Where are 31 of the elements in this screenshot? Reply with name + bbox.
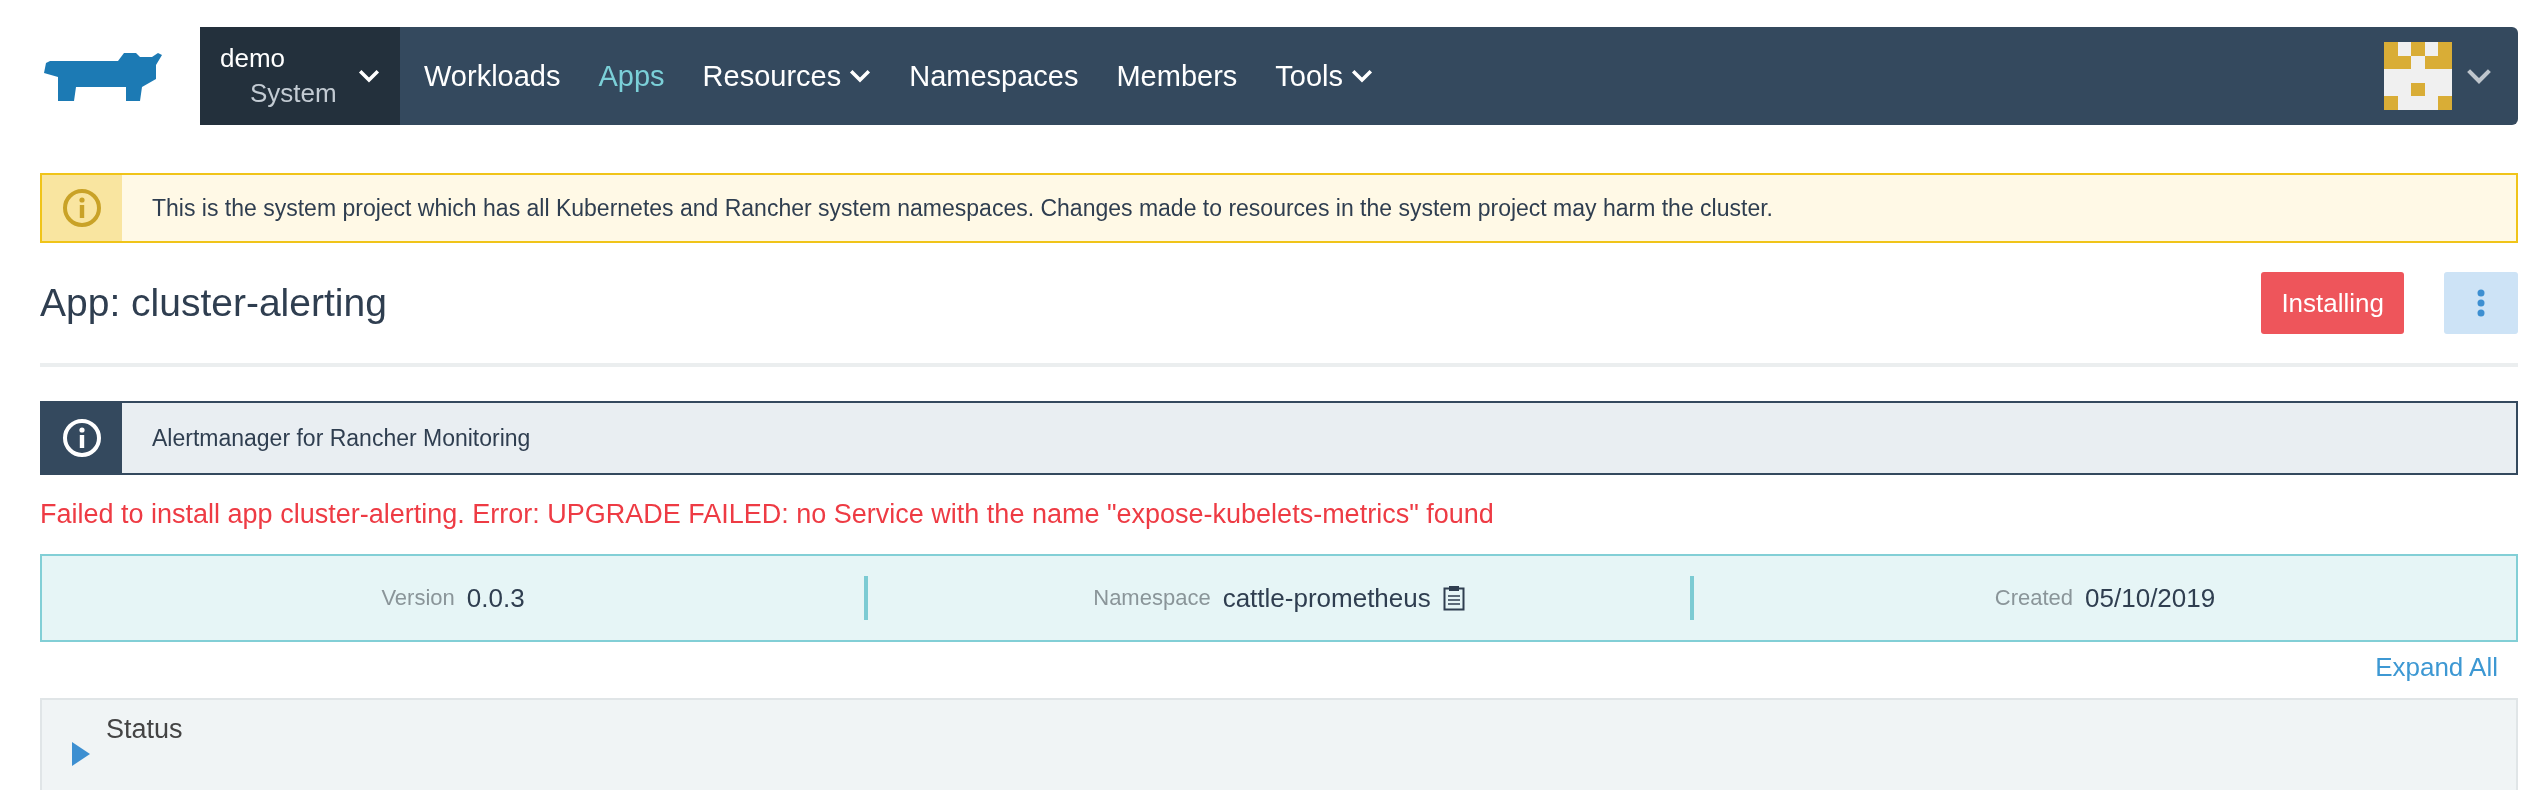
cluster-name: demo <box>220 43 287 74</box>
nav-tab[interactable]: Workloads <box>424 59 561 93</box>
more-icon <box>2477 289 2485 317</box>
section-title[interactable]: Status <box>106 714 183 745</box>
fact-label: Created <box>1994 585 2074 611</box>
project-name: System <box>249 78 337 109</box>
user-avatar-icon <box>2384 42 2452 110</box>
fact-label: Version <box>381 585 455 611</box>
fact-value: 05/10/2019 <box>2085 582 2216 614</box>
clipboard-icon[interactable] <box>1442 585 1465 611</box>
chevron-down-icon <box>358 68 380 84</box>
nav-tab[interactable]: Namespaces <box>909 59 1079 93</box>
more-button[interactable] <box>2444 272 2518 334</box>
page-title: App: cluster-alerting <box>40 281 388 325</box>
chevron-down-icon <box>1351 68 1373 84</box>
nav-tab[interactable]: Members <box>1116 59 1238 93</box>
info-icon <box>62 188 102 228</box>
error-message: Failed to install app cluster-alerting. Error: UPGRADE FAILED: no Service with the name "expose-kubelets-metrics" found <box>40 499 1495 530</box>
fact-label: Namespace <box>1093 585 1211 611</box>
nav-tab[interactable]: Resources <box>702 59 872 93</box>
nav-tab[interactable]: Apps <box>598 59 665 93</box>
chevron-down-icon <box>849 68 872 84</box>
fact-value: 0.0.3 <box>466 582 525 614</box>
description-text: Alertmanager for Rancher Monitoring <box>151 423 531 453</box>
warning-text: This is the system project which has all Kubernetes and Rancher system namespaces. Changes made to resources in the system project may harm the cluster. <box>151 193 1773 223</box>
info-icon <box>62 418 102 458</box>
triangle-right-icon[interactable] <box>70 742 92 766</box>
fact-value: cattle-prometheus <box>1222 582 1431 614</box>
project-switcher[interactable]: demo System <box>200 27 400 125</box>
nav-tab[interactable]: Tools <box>1275 59 1373 93</box>
chevron-down-icon <box>2466 67 2492 85</box>
